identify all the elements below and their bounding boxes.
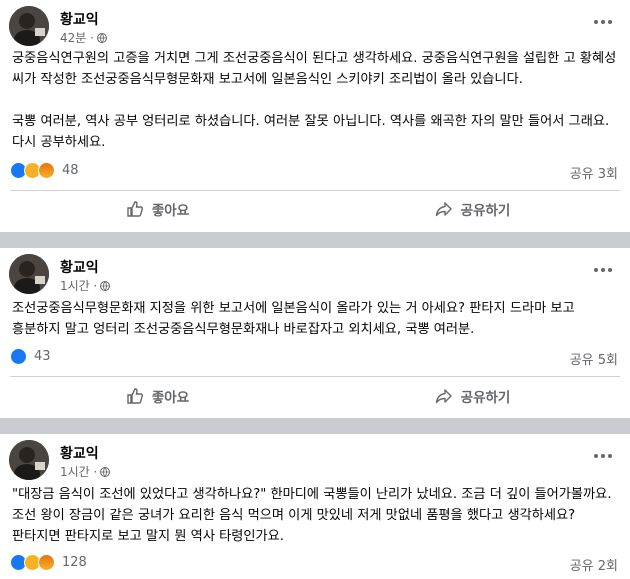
globe-icon [100,280,111,291]
share-arrow-icon [435,202,452,217]
share-count[interactable]: 공유 2회 [570,555,618,574]
post-time[interactable]: 1시간 · [60,463,97,480]
reaction-summary[interactable]: 128 [10,554,87,571]
post-body: 조선궁중음식무형문화재 지정을 위한 보고서에 일본음식이 올라가 있는 거 아… [12,301,579,337]
thumbs-up-icon [127,201,143,217]
post-header: 황교익 42분 · [9,6,621,46]
reaction-count: 128 [62,555,87,570]
action-bar: 좋아요 공유하기 [0,192,630,226]
post-meta: 1시간 · [60,463,111,480]
thumbs-up-icon [127,388,143,404]
reaction-summary[interactable]: 48 [10,162,79,179]
avatar[interactable] [9,6,49,46]
like-label: 좋아요 [151,390,190,406]
reaction-summary[interactable]: 43 [10,348,51,365]
share-label: 공유하기 [460,203,511,219]
post-body: "대장금 음식이 조선에 있었다고 생각하나요?" 한마디에 국뽕들이 난리가 … [12,487,616,544]
post-meta: 42분 · [60,29,107,46]
post-2: 황교익 1시간 · 조선궁중음식무형문화재 지정을 위한 보고서에 일본음식이 … [0,248,630,418]
author-name[interactable]: 황교익 [60,257,99,277]
post-time[interactable]: 1시간 · [60,277,97,294]
angry-icon [38,162,55,179]
angry-icon [38,554,55,571]
post-1: 황교익 42분 · 궁중음식연구원의 고증을 거치면 그게 조선궁중음식이 된다… [0,0,630,232]
post-header: 황교익 1시간 · [9,254,621,294]
share-count[interactable]: 공유 3회 [570,163,618,182]
author-name[interactable]: 황교익 [60,443,99,463]
divider [10,376,620,377]
like-label: 좋아요 [151,203,190,219]
share-button[interactable]: 공유하기 [315,192,630,226]
reaction-count: 43 [34,349,51,364]
reaction-count: 48 [62,163,79,178]
share-arrow-icon [435,389,452,404]
globe-icon [96,32,107,43]
like-button[interactable]: 좋아요 [0,379,315,413]
post-3: 황교익 1시간 · "대장금 음식이 조선에 있었다고 생각하나요?" 한마디에… [0,434,630,579]
action-bar: 좋아요 공유하기 [0,379,630,413]
share-count[interactable]: 공유 5회 [570,349,618,368]
globe-icon [100,466,111,477]
post-time[interactable]: 42분 · [60,29,94,46]
author-name[interactable]: 황교익 [60,9,99,29]
more-options-icon[interactable] [591,14,615,30]
more-options-icon[interactable] [591,448,615,464]
share-button[interactable]: 공유하기 [315,379,630,413]
like-button[interactable]: 좋아요 [0,192,315,226]
post-body: 궁중음식연구원의 고증을 거치면 그게 조선궁중음식이 된다고 생각하세요. 궁… [12,51,617,150]
like-icon [10,348,27,365]
divider [10,190,620,191]
avatar[interactable] [9,440,49,480]
share-label: 공유하기 [460,390,511,406]
avatar[interactable] [9,254,49,294]
more-options-icon[interactable] [591,262,615,278]
post-header: 황교익 1시간 · [9,440,621,480]
post-meta: 1시간 · [60,277,111,294]
